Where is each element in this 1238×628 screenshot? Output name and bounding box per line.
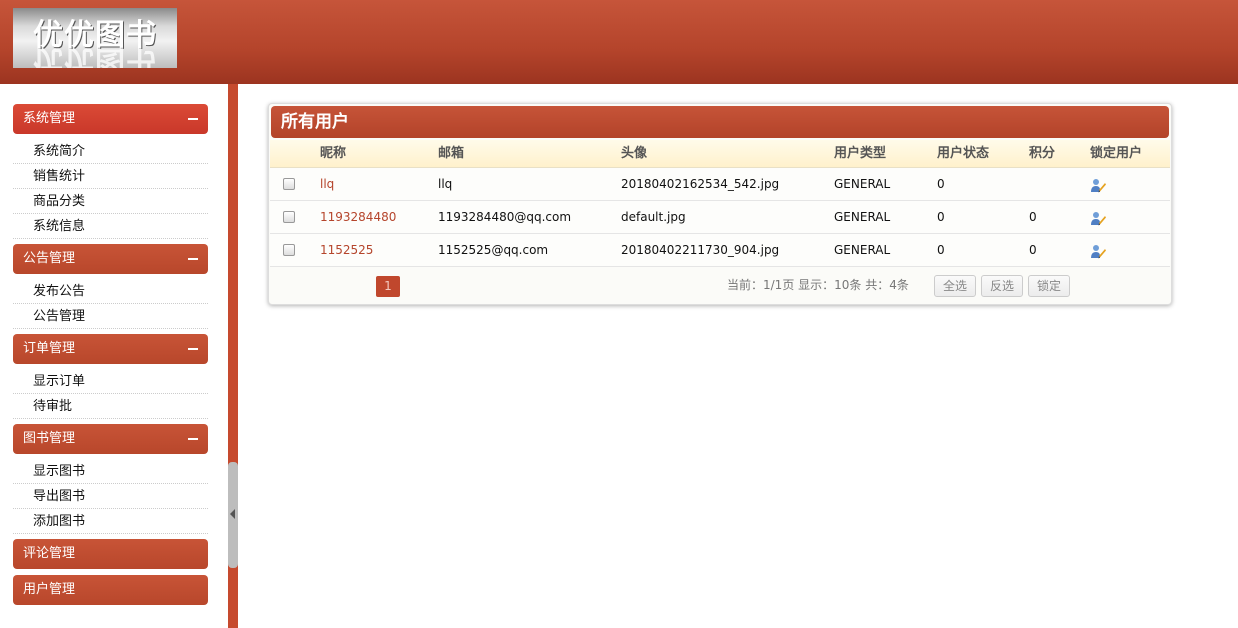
nickname-link[interactable]: llq	[320, 168, 334, 201]
menu-group-title: 系统管理	[23, 111, 76, 126]
user-status-cell: 0	[937, 177, 945, 191]
points-cell: 0	[1029, 243, 1037, 257]
user-type-cell: GENERAL	[834, 177, 891, 191]
table-row: llq llq 20180402162534_542.jpg GENERAL 0	[270, 168, 1170, 201]
column-header: 邮箱	[438, 146, 465, 161]
menu-group-header[interactable]: 用户管理	[13, 575, 208, 605]
user-type-cell: GENERAL	[834, 243, 891, 257]
logo-reflection: 优优图书	[33, 43, 157, 68]
menu-group-title: 用户管理	[23, 582, 76, 597]
menu-group-books: 图书管理 显示图书 导出图书 添加图书	[13, 424, 208, 534]
menu-group-title: 图书管理	[23, 431, 76, 446]
edit-user-icon[interactable]	[1090, 177, 1106, 193]
email-cell: 1193284480@qq.com	[438, 210, 572, 224]
invert-selection-button[interactable]: 反选	[981, 275, 1023, 297]
users-panel: 所有用户 昵称 邮箱 头像 用户类型 用户状态 积分 锁定用户 llq llq …	[268, 103, 1172, 305]
menu-group-notice: 公告管理 发布公告 公告管理	[13, 244, 208, 329]
collapse-icon[interactable]	[188, 258, 198, 260]
points-cell: 0	[1029, 210, 1037, 224]
sidebar-item[interactable]: 发布公告	[13, 279, 208, 304]
column-header: 用户状态	[937, 146, 990, 161]
table-row: 1152525 1152525@qq.com 20180402211730_90…	[270, 234, 1170, 267]
sidebar-item[interactable]: 销售统计	[13, 164, 208, 189]
menu-group-header[interactable]: 评论管理	[13, 539, 208, 569]
row-checkbox[interactable]	[283, 178, 295, 190]
sidebar-item[interactable]: 显示图书	[13, 459, 208, 484]
column-header: 用户类型	[834, 146, 887, 161]
pager-info: 当前：1/1页 显示：10条 共：4条	[727, 278, 909, 292]
avatar-cell: default.jpg	[621, 210, 686, 224]
menu-group-comments: 评论管理	[13, 539, 208, 569]
sidebar-item[interactable]: 待审批	[13, 394, 208, 419]
lock-button[interactable]: 锁定	[1028, 275, 1070, 297]
sidebar-item[interactable]: 商品分类	[13, 189, 208, 214]
email-cell: 1152525@qq.com	[438, 243, 549, 257]
menu-group-header[interactable]: 图书管理	[13, 424, 208, 454]
menu-group-header[interactable]: 公告管理	[13, 244, 208, 274]
column-header: 积分	[1029, 146, 1056, 161]
nickname-link[interactable]: 1193284480	[320, 201, 396, 234]
sidebar-item[interactable]: 系统简介	[13, 139, 208, 164]
user-type-cell: GENERAL	[834, 210, 891, 224]
collapse-icon[interactable]	[188, 348, 198, 350]
row-checkbox[interactable]	[283, 211, 295, 223]
sidebar-item[interactable]: 显示订单	[13, 369, 208, 394]
email-cell: llq	[438, 177, 453, 191]
menu-group-orders: 订单管理 显示订单 待审批	[13, 334, 208, 419]
column-header: 锁定用户	[1090, 146, 1143, 161]
sidebar: 系统管理 系统简介 销售统计 商品分类 系统信息 公告管理 发布公告 公告管理 …	[0, 84, 228, 628]
avatar-cell: 20180402211730_904.jpg	[621, 243, 780, 257]
menu-group-title: 公告管理	[23, 251, 76, 266]
row-checkbox[interactable]	[283, 244, 295, 256]
sidebar-item[interactable]: 导出图书	[13, 484, 208, 509]
edit-user-icon[interactable]	[1090, 243, 1106, 259]
collapse-icon[interactable]	[188, 438, 198, 440]
menu-group-header[interactable]: 订单管理	[13, 334, 208, 364]
table-header: 昵称 邮箱 头像 用户类型 用户状态 积分 锁定用户	[270, 140, 1170, 168]
column-header: 昵称	[320, 146, 347, 161]
menu-group-title: 评论管理	[23, 546, 76, 561]
nickname-link[interactable]: 1152525	[320, 234, 373, 267]
collapse-icon[interactable]	[188, 118, 198, 120]
sidebar-item[interactable]: 添加图书	[13, 509, 208, 534]
sidebar-item[interactable]: 系统信息	[13, 214, 208, 239]
edit-user-icon[interactable]	[1090, 210, 1106, 226]
menu-group-title: 订单管理	[23, 341, 76, 356]
menu-group-system: 系统管理 系统简介 销售统计 商品分类 系统信息	[13, 104, 208, 239]
table-row: 1193284480 1193284480@qq.com default.jpg…	[270, 201, 1170, 234]
user-status-cell: 0	[937, 243, 945, 257]
site-logo[interactable]: 优优图书 优优图书	[13, 8, 177, 68]
user-status-cell: 0	[937, 210, 945, 224]
menu-group-header[interactable]: 系统管理	[13, 104, 208, 134]
sidebar-item[interactable]: 公告管理	[13, 304, 208, 329]
top-header: 优优图书 优优图书	[0, 0, 1238, 84]
avatar-cell: 20180402162534_542.jpg	[621, 177, 780, 191]
select-all-button[interactable]: 全选	[934, 275, 976, 297]
page-1-button[interactable]: 1	[376, 276, 400, 297]
menu-group-users: 用户管理	[13, 575, 208, 605]
panel-title: 所有用户	[271, 106, 1169, 138]
column-header: 头像	[621, 146, 648, 161]
collapse-left-icon[interactable]	[230, 509, 235, 519]
